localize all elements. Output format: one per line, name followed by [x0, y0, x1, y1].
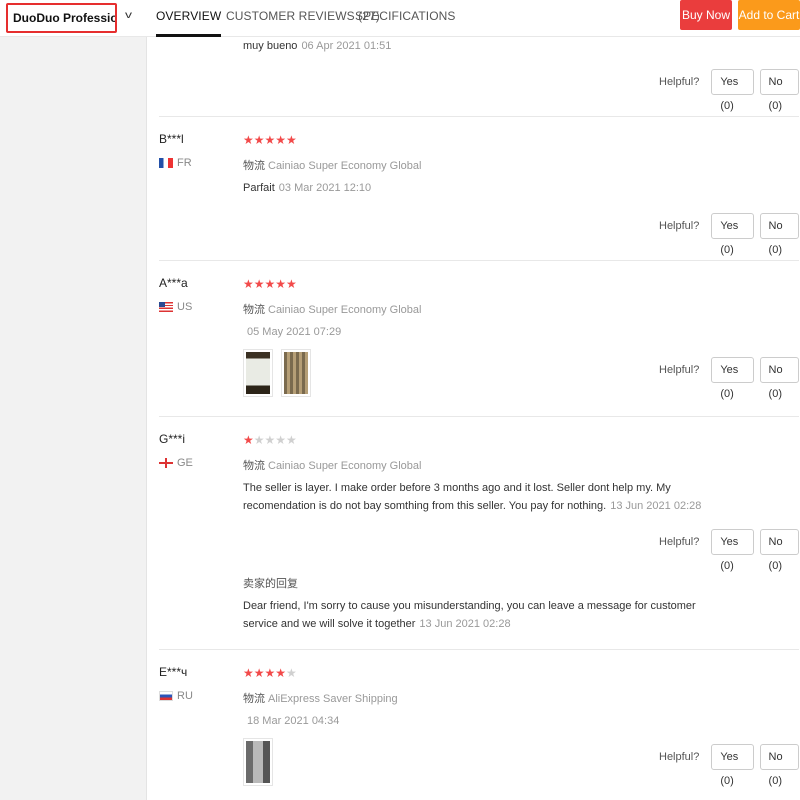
helpful-label: Helpful? [659, 220, 700, 232]
review-photo[interactable] [281, 349, 311, 397]
seller-reply-title: 卖家的回复 [243, 578, 298, 590]
review-item: B***l FR ★★★★★ 物流 Cainiao Super Economy G… [159, 117, 799, 261]
helpful-yes-button[interactable]: Yes (0) [711, 213, 754, 256]
helpful-no-button[interactable]: No (0) [759, 69, 799, 112]
helpful-yes-button[interactable]: Yes (0) [711, 529, 754, 572]
product-tab-bar: DuoDuo Profession... v OVERVIEW CUSTOMER… [0, 0, 800, 37]
shipping-method: Cainiao Super Economy Global [268, 304, 422, 316]
helpful-no-button[interactable]: No (0) [759, 744, 799, 787]
country-code: GE [177, 457, 193, 469]
review-body: muy bueno [243, 40, 298, 52]
helpful-row: Helpful? Yes (0) No (0) [659, 69, 799, 112]
review-text: muy bueno 06 Apr 2021 01:51 [243, 37, 723, 55]
store-selector[interactable]: DuoDuo Profession... [6, 3, 117, 33]
helpful-no-button[interactable]: No (0) [759, 357, 799, 400]
shipping-method: Cainiao Super Economy Global [268, 160, 422, 172]
review-body: Parfait [243, 182, 275, 194]
reviewer-name: A***a [159, 276, 188, 290]
star-rating: ★★★★★ [243, 277, 297, 291]
review-body: The seller is layer. I make order before… [243, 482, 671, 512]
review-item: muy bueno 06 Apr 2021 01:51 Helpful? Yes … [159, 37, 799, 117]
shipping-label: 物流 [243, 460, 265, 472]
helpful-label: Helpful? [659, 536, 700, 548]
seller-reply-text: Dear friend, I'm sorry to cause you misu… [243, 597, 713, 633]
shipping-method: AliExpress Saver Shipping [268, 693, 398, 705]
review-text: 05 May 2021 07:29 [243, 323, 723, 341]
tab-specifications[interactable]: SPECIFICATIONS [355, 9, 456, 37]
reviewer-country: RU [159, 690, 193, 702]
georgia-flag-icon [159, 458, 173, 468]
helpful-no-button[interactable]: No (0) [759, 213, 799, 256]
reviews-list: muy bueno 06 Apr 2021 01:51 Helpful? Yes … [146, 37, 800, 800]
helpful-yes-button[interactable]: Yes (0) [711, 69, 754, 112]
tab-overview[interactable]: OVERVIEW [156, 9, 222, 37]
review-date: 18 Mar 2021 04:34 [247, 715, 340, 727]
reviewer-name: E***ч [159, 665, 188, 679]
helpful-label: Helpful? [659, 364, 700, 376]
left-gutter [0, 37, 146, 800]
reviewer-country: GE [159, 457, 193, 469]
add-to-cart-button[interactable]: Add to Cart [738, 0, 800, 30]
star-rating: ★★★★★ [243, 433, 297, 447]
helpful-row: Helpful? Yes (0) No (0) [659, 529, 799, 572]
shipping-info: 物流 Cainiao Super Economy Global [243, 457, 421, 473]
review-date: 05 May 2021 07:29 [247, 326, 342, 338]
review-item: E***ч RU ★★★★★ 物流 AliExpress Saver Shippi… [159, 650, 799, 800]
helpful-no-button[interactable]: No (0) [759, 529, 799, 572]
shipping-info: 物流 AliExpress Saver Shipping [243, 690, 398, 706]
shipping-label: 物流 [243, 160, 265, 172]
review-text: Parfait 03 Mar 2021 12:10 [243, 179, 723, 197]
review-item: G***i GE ★★★★★ 物流 Cainiao Super Economy G… [159, 417, 799, 650]
russia-flag-icon [159, 691, 173, 701]
review-photo[interactable] [243, 349, 273, 397]
review-date: 06 Apr 2021 01:51 [301, 40, 392, 52]
helpful-row: Helpful? Yes (0) No (0) [659, 744, 799, 787]
star-rating: ★★★★★ [243, 666, 297, 680]
helpful-yes-button[interactable]: Yes (0) [711, 744, 754, 787]
review-date: 13 Jun 2021 02:28 [610, 500, 702, 512]
helpful-label: Helpful? [659, 76, 700, 88]
shipping-label: 物流 [243, 304, 265, 316]
review-date: 03 Mar 2021 12:10 [278, 182, 372, 194]
reviewer-country: US [159, 301, 192, 313]
star-rating: ★★★★★ [243, 133, 297, 147]
reviewer-name: B***l [159, 132, 184, 146]
buy-now-button[interactable]: Buy Now [680, 0, 732, 30]
helpful-yes-button[interactable]: Yes (0) [711, 357, 754, 400]
usa-flag-icon [159, 302, 173, 312]
chevron-down-icon[interactable]: v [125, 10, 132, 21]
country-code: RU [177, 690, 193, 702]
france-flag-icon [159, 158, 173, 168]
reviewer-name: G***i [159, 432, 186, 446]
shipping-label: 物流 [243, 693, 265, 705]
review-photo[interactable] [243, 738, 273, 786]
review-text: The seller is layer. I make order before… [243, 479, 723, 515]
shipping-method: Cainiao Super Economy Global [268, 460, 422, 472]
country-code: US [177, 301, 193, 313]
review-item: A***a US ★★★★★ 物流 Cainiao Super Economy G… [159, 261, 799, 417]
reviewer-country: FR [159, 157, 192, 169]
helpful-row: Helpful? Yes (0) No (0) [659, 213, 799, 256]
shipping-info: 物流 Cainiao Super Economy Global [243, 157, 421, 173]
seller-reply-date: 13 Jun 2021 02:28 [419, 618, 511, 630]
review-text: 18 Mar 2021 04:34 [243, 712, 723, 730]
country-code: FR [177, 157, 192, 169]
helpful-row: Helpful? Yes (0) No (0) [659, 357, 799, 400]
helpful-label: Helpful? [659, 751, 700, 763]
shipping-info: 物流 Cainiao Super Economy Global [243, 301, 421, 317]
